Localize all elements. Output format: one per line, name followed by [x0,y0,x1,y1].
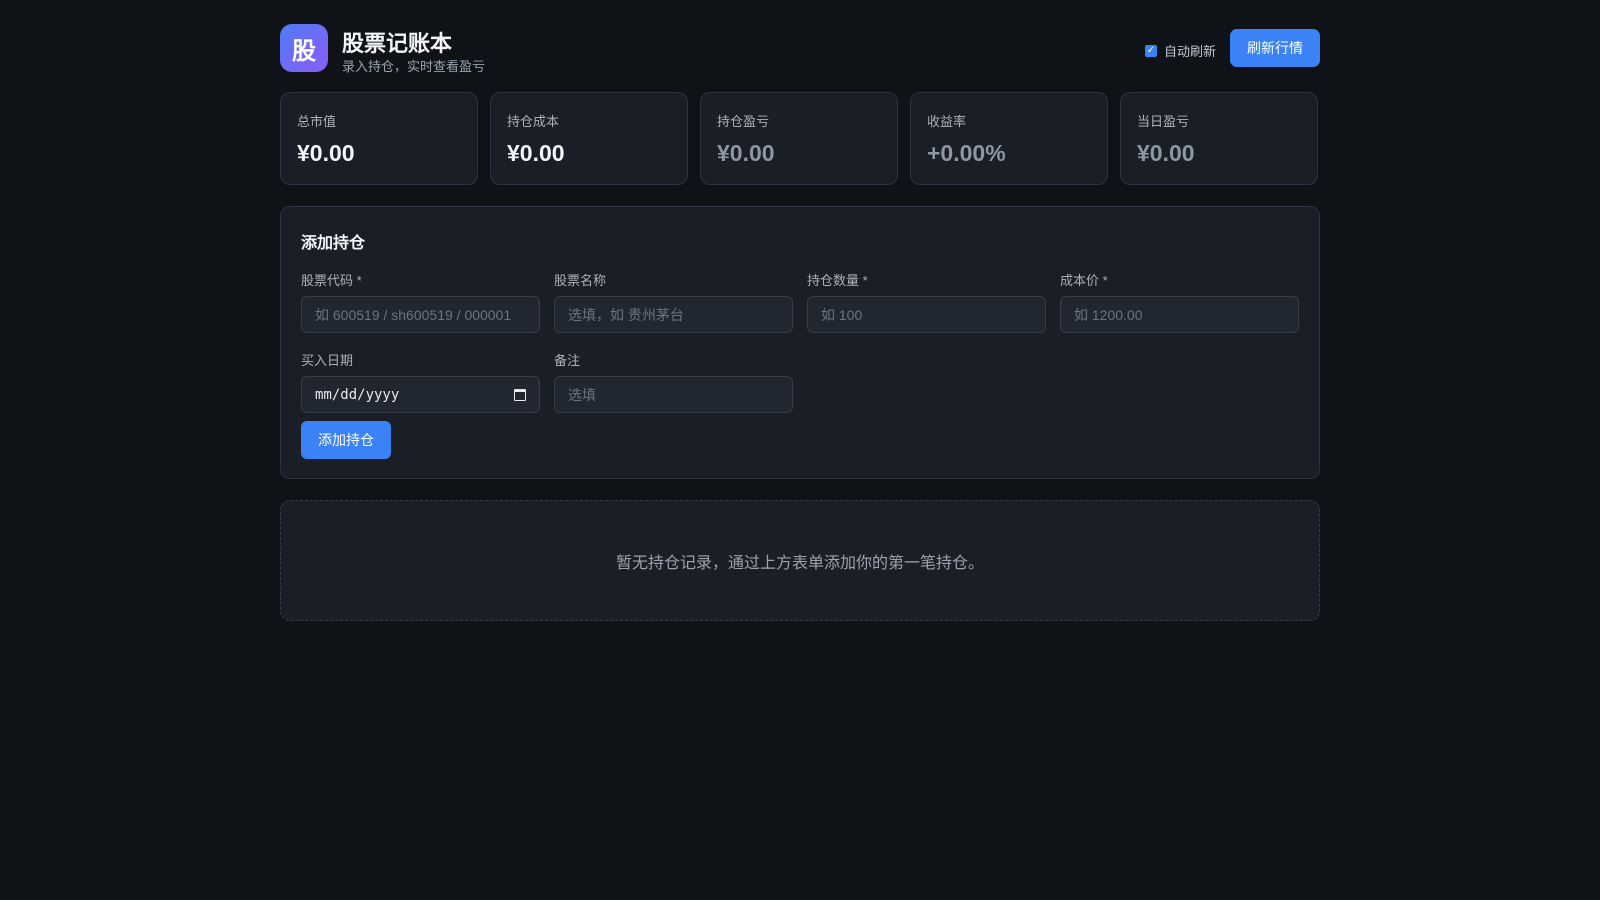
add-holding-panel: 添加持仓 股票代码 * 如 600519 / sh600519 / 000001… [280,206,1320,479]
refresh-quotes-button[interactable]: 刷新行情 [1230,29,1320,67]
stat-card-cost: 持仓成本 ¥0.00 [490,92,688,185]
empty-state: 暂无持仓记录，通过上方表单添加你的第一笔持仓。 [280,500,1320,621]
stat-label: 收益率 [927,114,967,129]
stat-label: 当日盈亏 [1137,114,1190,129]
field-group-qty: 持仓数量 * 如 100 [807,270,1046,333]
stat-value: ¥0.00 [507,140,565,166]
stat-card-return-rate: 收益率 +0.00% [910,92,1108,185]
app-container: 股 股票记账本 录入持仓，实时查看盈亏 ✓ 自动刷新 刷新行情 总市值 ¥0.0… [280,0,1320,621]
form-row-2: 买入日期 mm/dd/yyyy 备注 选填 [301,350,1299,413]
app-logo: 股 [280,24,328,72]
stat-label: 总市值 [297,114,337,129]
page-subtitle: 录入持仓，实时查看盈亏 [342,59,486,74]
stat-label: 持仓盈亏 [717,114,770,129]
calendar-icon[interactable] [514,388,526,401]
auto-refresh-label: 自动刷新 [1163,44,1216,59]
auto-refresh-toggle[interactable]: ✓ 自动刷新 [1144,41,1216,60]
field-group-code: 股票代码 * 如 600519 / sh600519 / 000001 [301,270,540,333]
buy-date-input[interactable]: mm/dd/yyyy [301,376,540,413]
page-title: 股票记账本 [342,31,453,56]
form-row-1: 股票代码 * 如 600519 / sh600519 / 000001 股票名称… [301,270,1299,333]
cost-label: 成本价 * [1060,273,1108,288]
field-group-note: 备注 选填 [554,350,793,413]
field-group-cost: 成本价 * 如 1200.00 [1060,270,1299,333]
qty-label: 持仓数量 * [807,273,868,288]
stat-value: ¥0.00 [1137,140,1195,166]
stat-value: ¥0.00 [297,140,355,166]
empty-state-text: 暂无持仓记录，通过上方表单添加你的第一笔持仓。 [615,554,984,572]
header: 股 股票记账本 录入持仓，实时查看盈亏 ✓ 自动刷新 刷新行情 [280,0,1320,92]
cost-price-input[interactable]: 如 1200.00 [1060,296,1299,333]
date-label: 买入日期 [301,353,354,368]
date-value: mm/dd/yyyy [315,386,400,403]
stat-card-market-value: 总市值 ¥0.00 [280,92,478,185]
stat-value: +0.00% [927,140,1006,166]
stock-code-input[interactable]: 如 600519 / sh600519 / 000001 [301,296,540,333]
stats-row: 总市值 ¥0.00 持仓成本 ¥0.00 持仓盈亏 ¥0.00 收益率 +0.0… [280,92,1320,185]
stat-card-pnl: 持仓盈亏 ¥0.00 [700,92,898,185]
panel-title: 添加持仓 [301,235,366,252]
quantity-input[interactable]: 如 100 [807,296,1046,333]
name-label: 股票名称 [554,273,607,288]
note-label: 备注 [554,353,581,368]
field-group-date: 买入日期 mm/dd/yyyy [301,350,540,413]
add-holding-button[interactable]: 添加持仓 [301,421,391,459]
stat-card-daily-pnl: 当日盈亏 ¥0.00 [1120,92,1318,185]
code-label: 股票代码 * [301,273,362,288]
note-input[interactable]: 选填 [554,376,793,413]
stat-label: 持仓成本 [507,114,560,129]
stock-name-input[interactable]: 选填，如 贵州茅台 [554,296,793,333]
stat-value: ¥0.00 [717,140,775,166]
field-group-name: 股票名称 选填，如 贵州茅台 [554,270,793,333]
auto-refresh-checkbox[interactable]: ✓ [1144,44,1157,57]
